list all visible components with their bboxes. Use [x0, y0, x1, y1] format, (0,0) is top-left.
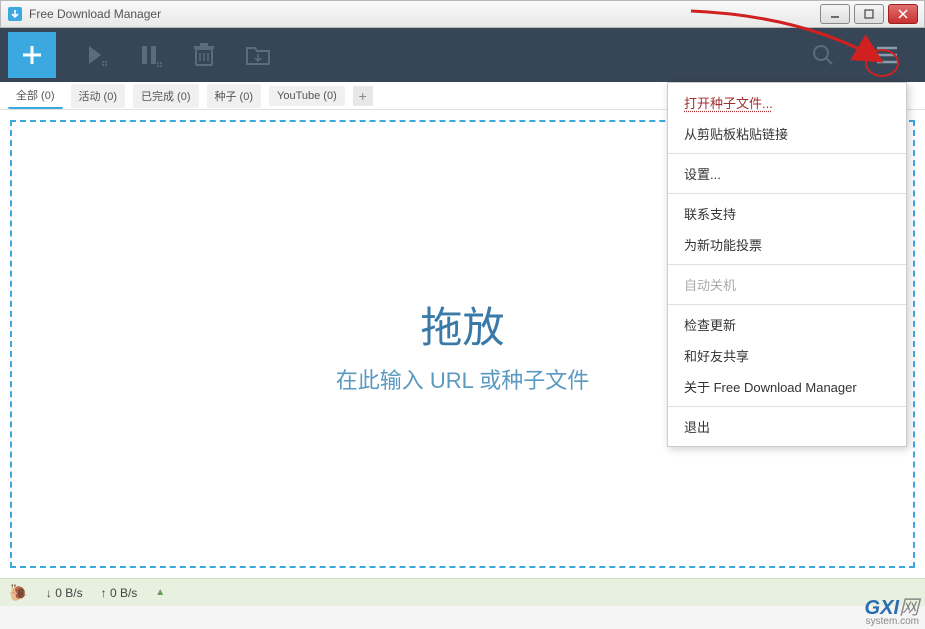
tab-completed[interactable]: 已完成 (0) [133, 84, 199, 108]
menu-auto-shutdown: 自动关机 [668, 269, 906, 300]
download-speed: ↓ 0 B/s [46, 586, 83, 600]
watermark: GXI网 system.com [865, 591, 919, 627]
add-download-button[interactable] [8, 32, 56, 78]
upload-speed: ↑ 0 B/s [101, 586, 138, 600]
status-bar: 🐌 ↓ 0 B/s ↑ 0 B/s ▲ [0, 578, 925, 606]
window-title: Free Download Manager [29, 7, 820, 21]
menu-about[interactable]: 关于 Free Download Manager [668, 371, 906, 402]
main-menu-dropdown: 打开种子文件... 从剪贴板粘贴链接 设置... 联系支持 为新功能投票 自动关… [667, 82, 907, 447]
window-titlebar: Free Download Manager [0, 0, 925, 28]
menu-check-update[interactable]: 检查更新 [668, 309, 906, 340]
menu-vote[interactable]: 为新功能投票 [668, 229, 906, 260]
window-controls [820, 4, 918, 24]
drop-subtitle: 在此输入 URL 或种子文件 [336, 363, 589, 395]
minimize-button[interactable] [820, 4, 850, 24]
drop-title: 拖放 [420, 294, 504, 355]
menu-contact[interactable]: 联系支持 [668, 198, 906, 229]
close-button[interactable] [888, 4, 918, 24]
play-button[interactable] [72, 33, 120, 77]
menu-open-torrent[interactable]: 打开种子文件... [668, 87, 906, 118]
tab-active[interactable]: 活动 (0) [71, 84, 126, 108]
tab-torrents[interactable]: 种子 (0) [207, 84, 262, 108]
tab-all[interactable]: 全部 (0) [8, 83, 63, 109]
maximize-button[interactable] [854, 4, 884, 24]
folder-button[interactable] [234, 33, 282, 77]
menu-settings[interactable]: 设置... [668, 158, 906, 189]
menu-share[interactable]: 和好友共享 [668, 340, 906, 371]
search-icon[interactable] [799, 33, 847, 77]
add-tab-button[interactable]: + [353, 86, 373, 106]
pause-button[interactable] [126, 33, 174, 77]
delete-button[interactable] [180, 33, 228, 77]
tab-youtube[interactable]: YouTube (0) [269, 86, 345, 106]
menu-exit[interactable]: 退出 [668, 411, 906, 442]
app-icon [7, 6, 23, 22]
menu-paste-link[interactable]: 从剪贴板粘贴链接 [668, 118, 906, 149]
hamburger-menu-icon[interactable] [863, 33, 911, 77]
expand-icon[interactable]: ▲ [155, 587, 165, 598]
main-toolbar [0, 28, 925, 82]
snail-icon[interactable]: 🐌 [8, 583, 28, 603]
